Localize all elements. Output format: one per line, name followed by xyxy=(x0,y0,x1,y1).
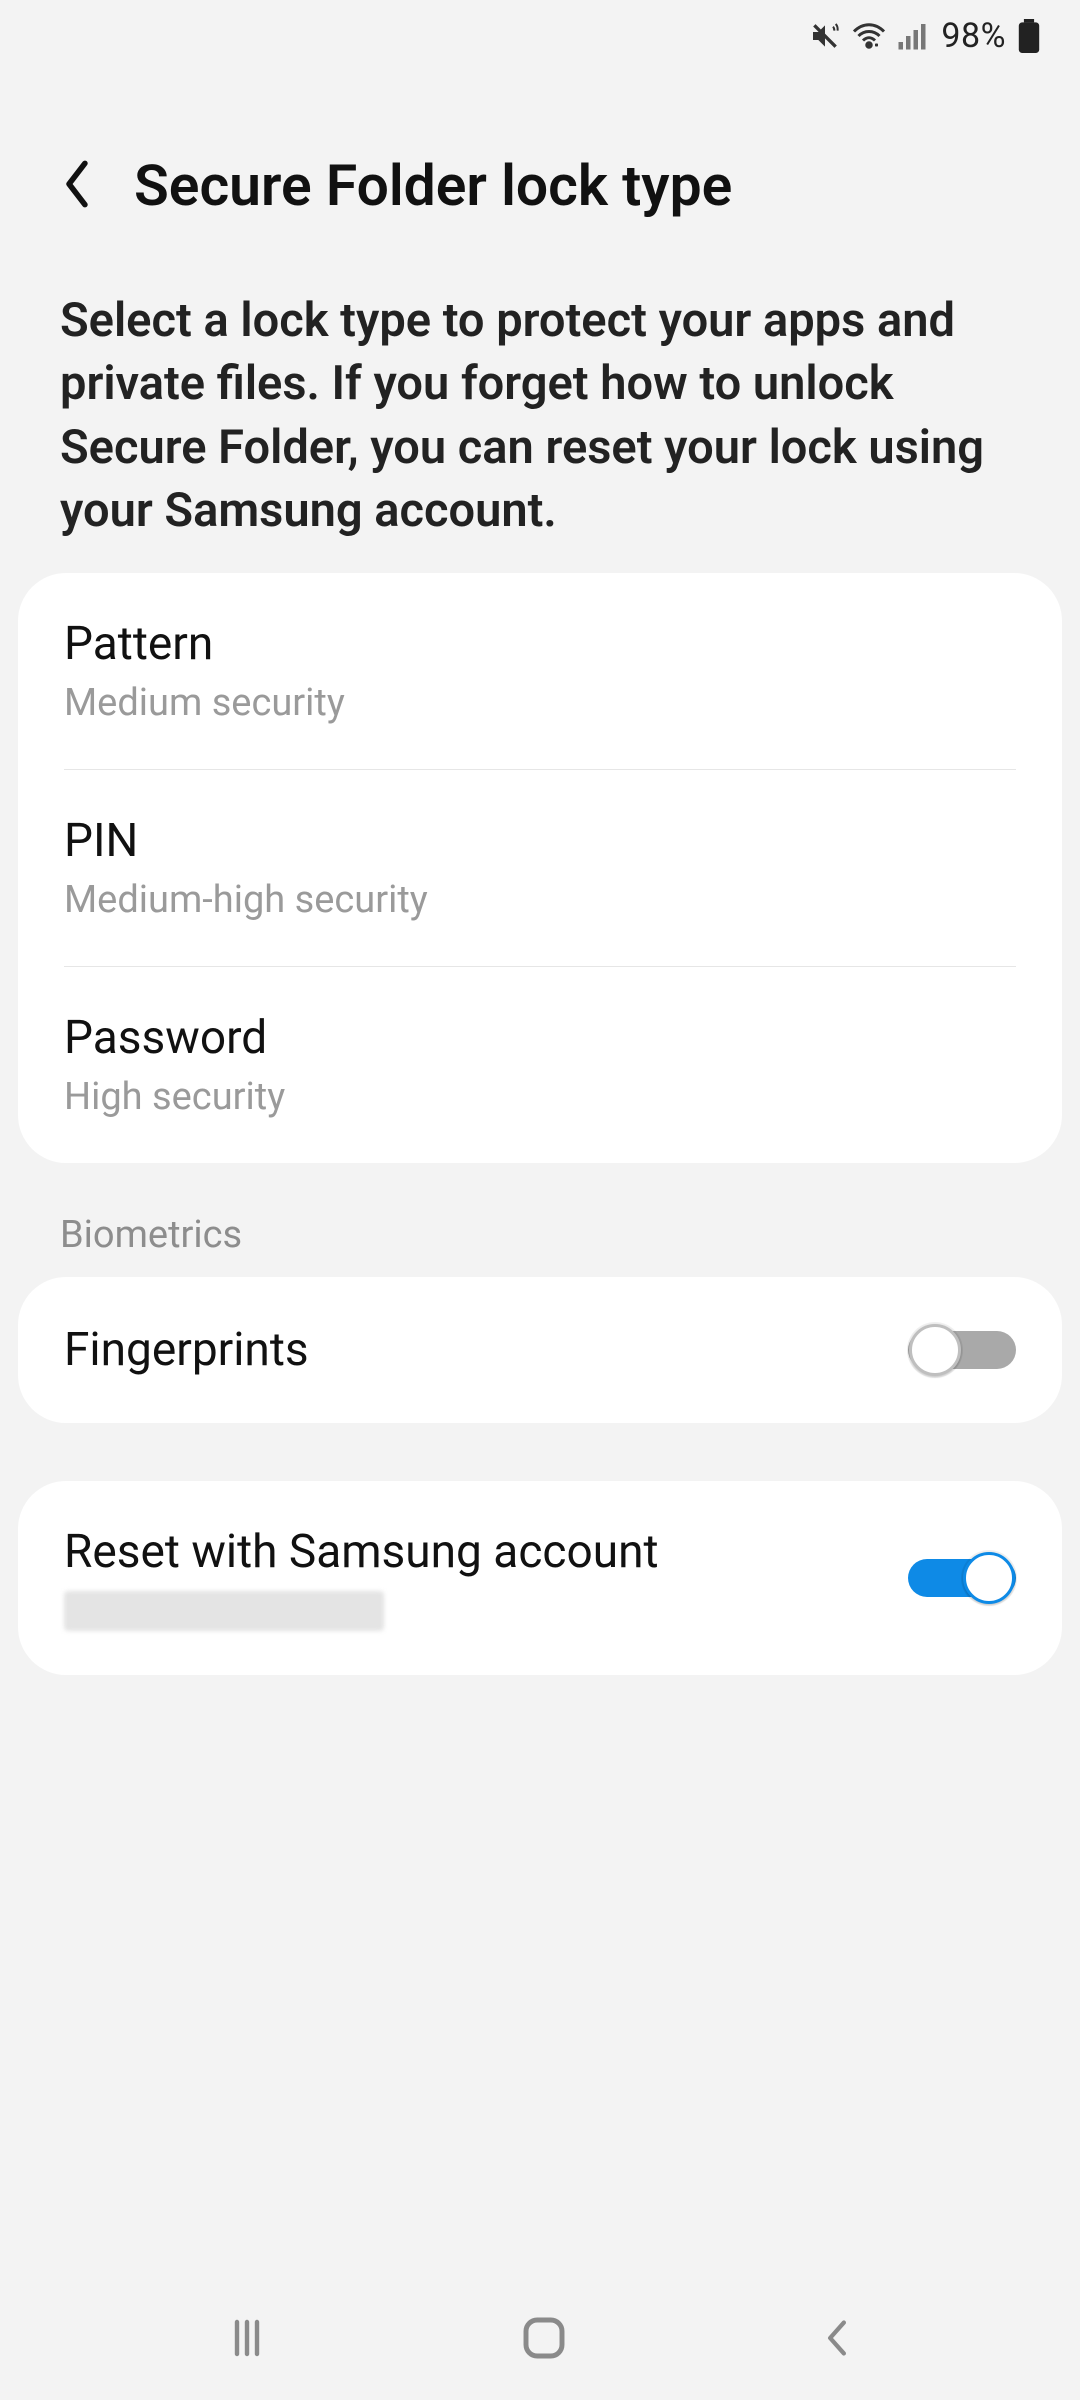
lock-option-label: Password xyxy=(64,1011,1016,1065)
recents-icon[interactable] xyxy=(223,2314,271,2366)
lock-option-pin[interactable]: PIN Medium-high security xyxy=(18,770,1062,966)
header: Secure Folder lock type xyxy=(0,72,1080,259)
signal-icon xyxy=(897,21,927,51)
lock-option-sub: Medium-high security xyxy=(64,878,1016,922)
lock-option-sub: High security xyxy=(64,1075,1016,1119)
reset-card: Reset with Samsung account xyxy=(18,1481,1062,1675)
back-nav-icon[interactable] xyxy=(817,2314,857,2366)
fingerprints-toggle[interactable] xyxy=(908,1321,1016,1379)
fingerprints-label: Fingerprints xyxy=(64,1323,309,1377)
biometrics-card: Fingerprints xyxy=(18,1277,1062,1423)
status-bar: 98% xyxy=(0,0,1080,72)
lock-option-password[interactable]: Password High security xyxy=(18,967,1062,1163)
fingerprints-row[interactable]: Fingerprints xyxy=(18,1277,1062,1423)
home-icon[interactable] xyxy=(517,2311,571,2369)
section-biometrics-label: Biometrics xyxy=(0,1163,1080,1277)
lock-option-pattern[interactable]: Pattern Medium security xyxy=(18,573,1062,769)
status-icons: 98% xyxy=(809,16,1040,56)
page-description: Select a lock type to protect your apps … xyxy=(0,259,1080,573)
page-title: Secure Folder lock type xyxy=(134,152,732,219)
battery-percent: 98% xyxy=(941,16,1006,56)
mute-icon xyxy=(809,20,841,52)
reset-label: Reset with Samsung account xyxy=(64,1525,659,1579)
battery-icon xyxy=(1018,19,1040,53)
lock-option-sub: Medium security xyxy=(64,681,1016,725)
reset-account-redacted xyxy=(64,1591,384,1631)
reset-row[interactable]: Reset with Samsung account xyxy=(18,1481,1062,1675)
wifi-icon xyxy=(851,20,887,52)
lock-option-label: PIN xyxy=(64,814,1016,868)
back-icon[interactable] xyxy=(60,157,94,215)
lock-type-card: Pattern Medium security PIN Medium-high … xyxy=(18,573,1062,1163)
lock-option-label: Pattern xyxy=(64,617,1016,671)
nav-bar xyxy=(0,2280,1080,2400)
reset-toggle[interactable] xyxy=(908,1549,1016,1607)
